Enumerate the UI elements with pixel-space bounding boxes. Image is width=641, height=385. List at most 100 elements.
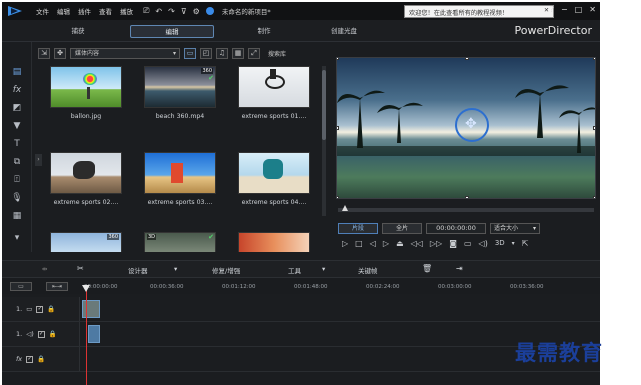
- title-room-icon[interactable]: T: [10, 138, 24, 150]
- media-item[interactable]: [234, 232, 314, 252]
- undo-icon[interactable]: ↶: [155, 7, 162, 16]
- close-icon[interactable]: ✕: [544, 7, 549, 14]
- designer-button[interactable]: 设计器: [128, 265, 148, 275]
- settings-gear-icon[interactable]: ⚙: [193, 7, 200, 16]
- media-item[interactable]: extreme sports 03....: [140, 152, 220, 212]
- fx-room-icon[interactable]: fx: [10, 84, 24, 96]
- undock-icon[interactable]: ⇱: [522, 239, 529, 248]
- rewind-icon[interactable]: ◁◁: [411, 239, 423, 248]
- audio-track[interactable]: 1. ◁) ✓ 🔒: [2, 322, 600, 347]
- media-room-icon[interactable]: ▤: [10, 66, 24, 78]
- resize-handle[interactable]: [465, 58, 469, 60]
- library-search-label[interactable]: 搜索库: [268, 49, 286, 58]
- fit-size-dropdown[interactable]: 适合大小 ▾: [490, 222, 540, 234]
- trash-icon[interactable]: 🗑: [422, 264, 432, 273]
- resize-handle[interactable]: [337, 196, 339, 198]
- clip-mode-button[interactable]: 片段: [338, 222, 378, 234]
- filter-icon[interactable]: ⊽: [181, 7, 187, 16]
- preview-scrubber[interactable]: [338, 205, 594, 212]
- library-content-dropdown[interactable]: 媒体内容 ▾: [70, 47, 180, 59]
- movie-mode-button[interactable]: 全片: [382, 222, 422, 234]
- audio-filter-icon[interactable]: ♫: [216, 47, 228, 59]
- next-frame-icon[interactable]: ▷: [383, 239, 389, 248]
- library-scrollbar[interactable]: [322, 66, 326, 216]
- expand-icon[interactable]: ▾: [10, 232, 24, 244]
- lock-icon[interactable]: 🔒: [47, 305, 55, 313]
- scrubber-knob[interactable]: [342, 205, 348, 211]
- menu-file[interactable]: 文件: [36, 6, 49, 16]
- 3d-mode-button[interactable]: 3D: [495, 239, 505, 247]
- chapter-room-icon[interactable]: ▦: [10, 210, 24, 222]
- chevron-down-icon[interactable]: ▾: [174, 265, 177, 273]
- audio-clip[interactable]: [88, 325, 100, 343]
- resize-handle[interactable]: [593, 58, 595, 60]
- media-item[interactable]: extreme sports 02....: [46, 152, 126, 212]
- display-icon[interactable]: ▭: [464, 239, 472, 248]
- play-icon[interactable]: ▷: [342, 239, 348, 248]
- playhead-handle[interactable]: [82, 285, 90, 292]
- save-icon[interactable]: ⎚: [143, 6, 149, 16]
- help-icon[interactable]: ?: [550, 5, 554, 14]
- stop-icon[interactable]: □: [355, 239, 363, 248]
- video-filter-icon[interactable]: ▭: [184, 47, 196, 59]
- redo-icon[interactable]: ↷: [168, 7, 175, 16]
- track-enable-checkbox[interactable]: ✓: [36, 305, 44, 313]
- track-manager-button[interactable]: ▭: [10, 282, 32, 291]
- fit-timeline-button[interactable]: ⇤⇥: [46, 282, 68, 291]
- import-media-icon[interactable]: ⇲: [38, 47, 50, 59]
- tab-edit[interactable]: 编辑: [130, 25, 214, 38]
- particle-room-icon[interactable]: ▼: [10, 120, 24, 132]
- notice-banner[interactable]: 欢迎您！在此查看所有的教程视频！ ✕: [404, 5, 554, 18]
- lock-icon[interactable]: 🔒: [49, 330, 57, 338]
- upgrade-icon[interactable]: [205, 7, 214, 15]
- grid-view-icon[interactable]: ▦: [232, 47, 244, 59]
- media-item[interactable]: extreme sports 04....: [234, 152, 314, 212]
- volume-icon[interactable]: ◁): [479, 239, 488, 248]
- media-item[interactable]: ballon.jpg: [46, 66, 126, 126]
- menu-play[interactable]: 播放: [120, 6, 133, 16]
- fast-forward-icon[interactable]: ▷▷: [430, 239, 442, 248]
- pip-room-icon[interactable]: ◩: [10, 102, 24, 114]
- menu-edit[interactable]: 编辑: [57, 6, 70, 16]
- resize-handle[interactable]: [337, 58, 339, 60]
- audio-mixing-icon[interactable]: ⍐: [10, 174, 24, 186]
- tab-create-disc[interactable]: 创建光盘: [314, 25, 374, 38]
- lock-icon[interactable]: 🔒: [37, 355, 45, 363]
- resize-handle[interactable]: [593, 126, 595, 130]
- resize-icon[interactable]: ⤢: [248, 47, 260, 59]
- split-icon[interactable]: ⇹: [42, 265, 47, 273]
- media-item[interactable]: 3D ✔: [140, 232, 220, 252]
- previous-frame-icon[interactable]: ◁: [370, 239, 376, 248]
- menu-plugins[interactable]: 插件: [78, 6, 91, 16]
- snapshot-icon[interactable]: ◙: [449, 239, 457, 248]
- tab-produce[interactable]: 制作: [234, 25, 294, 38]
- resize-handle[interactable]: [337, 126, 339, 130]
- track-enable-checkbox[interactable]: ✓: [26, 355, 34, 363]
- scissors-icon[interactable]: ✂: [77, 264, 84, 273]
- close-window-icon[interactable]: ✕: [589, 5, 596, 14]
- timeline-playhead[interactable]: [86, 286, 87, 385]
- timeline-ruler[interactable]: 00:00:00:00 00:00:36:00 00:01:12:00 00:0…: [82, 278, 600, 294]
- mark-icon[interactable]: ⏏: [396, 239, 404, 248]
- plugin-icon[interactable]: ✤: [54, 47, 66, 59]
- keyframe-button[interactable]: 关键帧: [358, 265, 378, 275]
- export-icon[interactable]: ⇥: [456, 264, 463, 273]
- voice-over-icon[interactable]: 🎙: [10, 192, 24, 204]
- video-track[interactable]: 1. ▭ ✓ 🔒: [2, 297, 600, 322]
- tools-button[interactable]: 工具: [288, 265, 301, 275]
- preview-window[interactable]: ✥: [336, 57, 596, 199]
- resize-handle[interactable]: [593, 196, 595, 198]
- timecode-display[interactable]: 00:00:00:00: [426, 222, 486, 234]
- collapse-panel-icon[interactable]: ›: [35, 154, 42, 166]
- media-item[interactable]: 360 ✔ beach 360.mp4: [140, 66, 220, 126]
- minimize-icon[interactable]: −: [561, 5, 568, 14]
- fix-enhance-button[interactable]: 修复/增强: [212, 265, 240, 275]
- maximize-icon[interactable]: □: [575, 5, 583, 14]
- effect-track[interactable]: fx ✓ 🔒: [2, 347, 600, 372]
- resize-handle[interactable]: [465, 196, 469, 198]
- video-clip[interactable]: [82, 300, 100, 318]
- image-filter-icon[interactable]: ◰: [200, 47, 212, 59]
- media-item[interactable]: 360: [46, 232, 126, 252]
- track-enable-checkbox[interactable]: ✓: [37, 330, 45, 338]
- scrollbar-thumb[interactable]: [322, 70, 326, 140]
